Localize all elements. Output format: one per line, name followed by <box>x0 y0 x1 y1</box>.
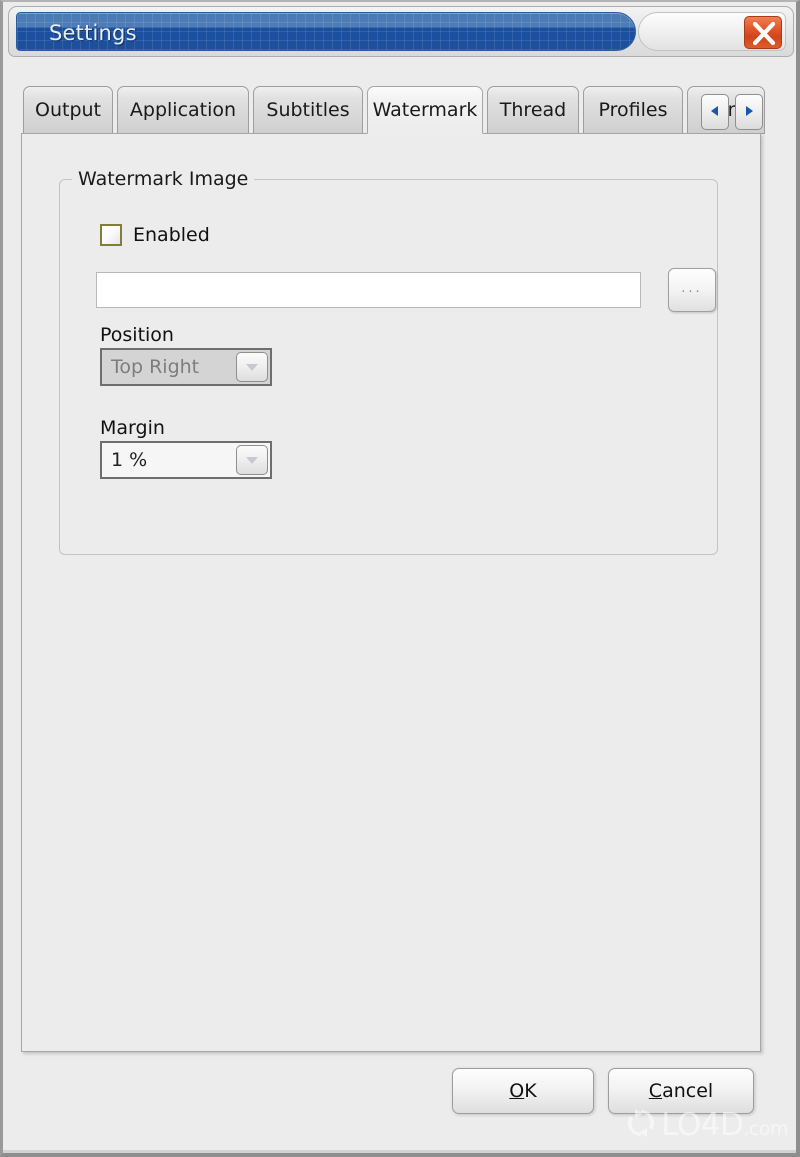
watermark-image-groupbox: Watermark Image Enabled ... Position Top… <box>59 168 718 555</box>
browse-button[interactable]: ... <box>668 268 716 312</box>
watermark-tab-panel: Watermark Image Enabled ... Position Top… <box>21 133 761 1052</box>
window-title: Settings <box>49 21 137 45</box>
groupbox-title: Watermark Image <box>72 168 255 190</box>
enabled-checkbox-row[interactable]: Enabled <box>100 224 210 246</box>
cancel-button-label: ancel <box>662 1080 714 1102</box>
tab-watermark[interactable]: Watermark <box>367 86 483 134</box>
ok-button-mnemonic: O <box>509 1080 525 1102</box>
ok-button[interactable]: OK <box>452 1068 594 1114</box>
cancel-button-mnemonic: C <box>648 1080 663 1102</box>
watermark-path-input[interactable] <box>96 272 641 308</box>
triangle-left-icon <box>708 103 722 122</box>
title-bar-gradient: Settings <box>16 12 636 51</box>
chevron-down-icon[interactable] <box>236 445 268 475</box>
chevron-down-icon[interactable] <box>236 352 268 382</box>
close-button[interactable] <box>744 16 782 49</box>
tab-application[interactable]: Application <box>117 86 249 134</box>
tab-output[interactable]: Output <box>23 86 113 134</box>
margin-label: Margin <box>100 417 165 439</box>
tab-subtitles[interactable]: Subtitles <box>253 86 363 134</box>
tab-thread[interactable]: Thread <box>487 86 579 134</box>
tab-profiles[interactable]: Profiles <box>583 86 683 134</box>
title-bar: Settings <box>8 6 794 57</box>
margin-dropdown-value: 1 % <box>111 449 148 471</box>
tab-strip: Output Application Subtitles Watermark T… <box>23 86 783 134</box>
cancel-button[interactable]: Cancel <box>608 1068 754 1114</box>
tab-scroll-left-button[interactable] <box>701 94 729 130</box>
settings-dialog-window: Settings Output Application Subtitles Wa… <box>0 0 800 1157</box>
position-dropdown[interactable]: Top Right <box>100 348 272 386</box>
position-label: Position <box>100 324 174 346</box>
triangle-right-icon <box>742 103 756 122</box>
ok-button-label: K <box>524 1080 537 1102</box>
position-dropdown-value: Top Right <box>111 356 200 378</box>
enabled-checkbox[interactable] <box>100 224 122 246</box>
margin-dropdown[interactable]: 1 % <box>100 441 272 479</box>
tab-scroll-right-button[interactable] <box>735 94 763 130</box>
enabled-checkbox-label: Enabled <box>133 224 210 246</box>
lo4d-watermark-text: LO4D.com <box>661 1106 788 1143</box>
